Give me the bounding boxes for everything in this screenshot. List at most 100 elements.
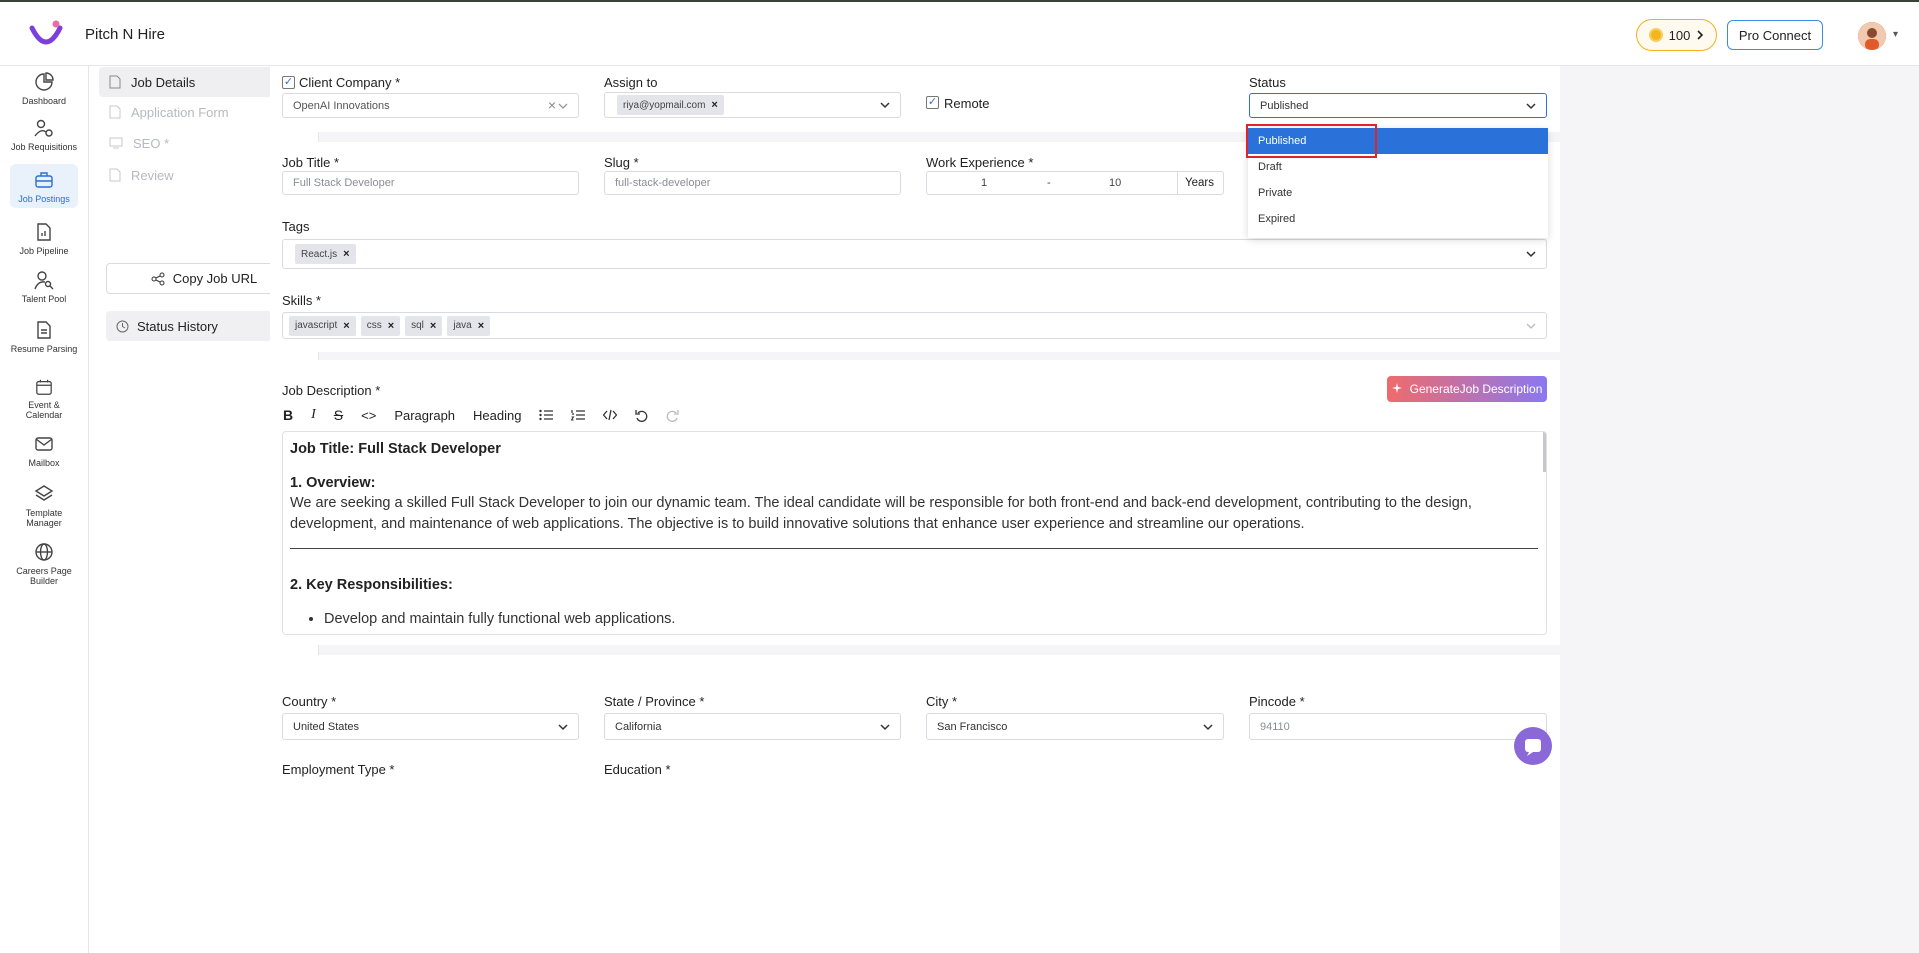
user-settings-icon xyxy=(34,119,53,137)
slug-input[interactable]: full-stack-developer xyxy=(604,171,901,195)
coin-balance-button[interactable]: 100 xyxy=(1636,19,1717,51)
nav-event-calendar[interactable]: Event & Calendar xyxy=(10,372,78,420)
job-title-label: Job Title * xyxy=(282,155,340,170)
undo-icon[interactable] xyxy=(635,409,648,422)
nav-mailbox[interactable]: Mailbox xyxy=(10,428,78,468)
remove-chip-icon[interactable]: × xyxy=(343,248,349,260)
skill-chip-label: sql xyxy=(411,320,424,331)
subnav-job-details-label: Job Details xyxy=(131,74,196,90)
ordered-list-icon[interactable] xyxy=(571,409,586,421)
state-value: California xyxy=(615,720,662,733)
document-chart-icon xyxy=(37,223,51,241)
review-icon xyxy=(109,168,121,182)
divider xyxy=(1177,172,1178,194)
remove-chip-icon[interactable]: × xyxy=(478,320,484,332)
slug-label: Slug * xyxy=(604,155,639,170)
generate-job-description-button[interactable]: GenerateJob Description xyxy=(1387,376,1547,402)
nav-template-manager[interactable]: Template Manager xyxy=(10,478,78,528)
country-select[interactable]: United States xyxy=(282,713,579,740)
job-title-input[interactable]: Full Stack Developer xyxy=(282,171,579,195)
bullet-list-icon[interactable] xyxy=(539,409,554,421)
avatar-menu-caret-icon[interactable]: ▾ xyxy=(1893,29,1898,40)
pincode-input[interactable]: 94110 xyxy=(1249,713,1547,740)
assign-to-label: Assign to xyxy=(604,75,658,90)
nav-resume-parsing-label: Resume Parsing xyxy=(10,344,78,354)
job-description-editor[interactable]: Job Title: Full Stack Developer 1. Overv… xyxy=(282,431,1547,635)
remove-chip-icon[interactable]: × xyxy=(388,320,394,332)
country-label: Country * xyxy=(282,694,337,709)
nav-job-postings[interactable]: Job Postings xyxy=(10,164,78,208)
nav-template-manager-label: Template Manager xyxy=(25,508,63,528)
top-bar: Pitch N Hire 100 Pro Connect ▾ xyxy=(0,0,1919,66)
skill-chip: sql × xyxy=(405,315,443,336)
generate-button-label: GenerateJob Description xyxy=(1409,382,1543,396)
editor-divider xyxy=(290,548,1538,549)
bold-icon[interactable]: B xyxy=(283,407,293,423)
editor-overview-text: We are seeking a skilled Full Stack Deve… xyxy=(290,495,1472,532)
chevron-down-icon xyxy=(880,724,890,731)
remove-chip-icon[interactable]: × xyxy=(343,320,349,332)
clear-icon[interactable]: × xyxy=(548,97,556,113)
status-label: Status xyxy=(1249,75,1286,90)
work-exp-unit: Years xyxy=(1185,177,1214,189)
sparkle-icon xyxy=(1391,383,1402,393)
strikethrough-icon[interactable]: S xyxy=(334,407,343,423)
tag-chip: React.js × xyxy=(295,244,356,264)
work-exp-min-input[interactable]: 1 xyxy=(981,177,987,189)
employment-type-label: Employment Type * xyxy=(282,762,395,777)
pincode-label: Pincode * xyxy=(1249,694,1305,709)
state-label: State / Province * xyxy=(604,694,705,709)
nav-talent-pool[interactable]: Talent Pool xyxy=(10,264,78,306)
coin-count: 100 xyxy=(1668,27,1691,43)
document-icon xyxy=(109,105,121,119)
chat-widget-button[interactable] xyxy=(1514,727,1552,765)
code-block-icon[interactable] xyxy=(603,409,618,421)
status-select[interactable]: Published xyxy=(1249,93,1547,118)
assign-to-select[interactable]: riya@yopmail.com × xyxy=(604,92,901,118)
chevron-down-icon xyxy=(1526,103,1536,110)
skill-chip: css × xyxy=(360,315,401,336)
state-select[interactable]: California xyxy=(604,713,901,740)
paragraph-button[interactable]: Paragraph xyxy=(394,408,455,423)
nav-careers-page-builder[interactable]: Careers Page Builder xyxy=(10,536,78,586)
app-logo[interactable] xyxy=(28,18,64,50)
code-icon[interactable]: <> xyxy=(361,408,376,423)
layers-icon xyxy=(34,485,54,501)
nav-event-calendar-label: Event & Calendar xyxy=(25,400,63,420)
status-option-private[interactable]: Private xyxy=(1248,180,1548,206)
remote-checkbox[interactable]: ✓ xyxy=(926,96,939,109)
nav-job-requisitions[interactable]: Job Requisitions xyxy=(10,112,78,158)
seo-icon xyxy=(109,137,123,149)
client-company-select[interactable]: OpenAI Innovations × xyxy=(282,93,579,118)
nav-dashboard[interactable]: Dashboard xyxy=(10,66,78,106)
tags-label: Tags xyxy=(282,219,310,234)
job-description-label: Job Description * xyxy=(282,383,381,398)
user-search-icon xyxy=(34,271,54,290)
city-select[interactable]: San Francisco xyxy=(926,713,1224,740)
editor-responsibilities-list: Develop and maintain fully functional we… xyxy=(324,611,675,627)
italic-icon[interactable]: I xyxy=(311,407,316,423)
user-avatar[interactable] xyxy=(1858,22,1886,50)
subnav-seo-label: SEO * xyxy=(133,135,170,151)
coin-icon xyxy=(1648,28,1663,42)
remove-chip-icon[interactable]: × xyxy=(711,99,717,111)
nav-resume-parsing[interactable]: Resume Parsing xyxy=(10,314,78,362)
status-option-expired[interactable]: Expired xyxy=(1248,206,1548,232)
chevron-right-icon xyxy=(1697,30,1704,40)
nav-job-pipeline[interactable]: Job Pipeline xyxy=(10,216,78,256)
editor-scrollbar[interactable] xyxy=(1543,432,1546,472)
main-sidebar: Dashboard Job Requisitions Job Postings … xyxy=(0,66,89,953)
client-company-checkbox[interactable]: ✓ xyxy=(282,76,295,89)
pro-connect-button[interactable]: Pro Connect xyxy=(1727,20,1823,50)
client-company-label: Client Company * xyxy=(299,75,401,90)
chevron-down-icon xyxy=(558,103,568,109)
skills-select[interactable]: javascript × css × sql × java × xyxy=(282,312,1547,339)
work-exp-max-input[interactable]: 10 xyxy=(1109,177,1121,189)
redo-icon[interactable] xyxy=(666,409,680,422)
heading-button[interactable]: Heading xyxy=(473,408,521,423)
work-experience-label: Work Experience * xyxy=(926,155,1034,170)
remove-chip-icon[interactable]: × xyxy=(430,320,436,332)
editor-responsibilities-heading: 2. Key Responsibilities: xyxy=(290,577,453,593)
tags-select[interactable]: React.js × xyxy=(282,239,1547,269)
clock-icon xyxy=(116,320,129,332)
